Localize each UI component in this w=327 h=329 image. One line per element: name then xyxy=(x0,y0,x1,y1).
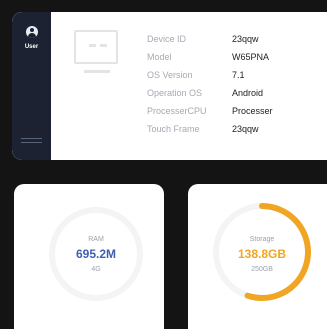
menu-icon-line xyxy=(21,138,42,139)
info-label: Touch Frame xyxy=(147,124,200,134)
storage-readout: Storage 138.8GB 250GB xyxy=(212,236,312,273)
storage-total: 250GB xyxy=(251,266,273,273)
menu-icon-line xyxy=(21,142,42,143)
sidebar: User xyxy=(12,12,51,160)
info-row-model: Model W65PNA xyxy=(147,48,273,66)
info-value: 23qqw xyxy=(232,124,259,134)
info-value: 23qqw xyxy=(232,34,259,44)
user-label: User xyxy=(24,44,39,50)
info-label: OS Version xyxy=(147,70,193,80)
device-info-table: Device ID 23qqw Model W65PNA OS Version … xyxy=(147,30,273,138)
info-label: ProcesserCPU xyxy=(147,106,207,116)
info-label: Device ID xyxy=(147,34,187,44)
monitor-icon xyxy=(70,28,124,84)
user-icon[interactable] xyxy=(26,26,38,38)
ram-total: 4G xyxy=(91,266,101,273)
ram-card: RAM 695.2M 4G xyxy=(14,184,164,329)
info-value: Processer xyxy=(232,106,273,116)
info-label: Operation OS xyxy=(147,88,203,98)
info-value: W65PNA xyxy=(232,52,270,62)
user-icon-body xyxy=(28,33,36,38)
info-value: 7.1 xyxy=(232,70,245,80)
storage-card: Storage 138.8GB 250GB xyxy=(188,184,327,329)
menu-icon[interactable] xyxy=(21,138,42,146)
info-row-processer-cpu: ProcesserCPU Processer xyxy=(147,102,273,120)
ram-label: RAM xyxy=(88,236,104,243)
info-value: Android xyxy=(232,88,264,98)
storage-label: Storage xyxy=(249,236,275,243)
storage-value: 138.8GB xyxy=(237,247,287,261)
ram-readout: RAM 695.2M 4G xyxy=(46,236,146,273)
monitor-icon-screen xyxy=(74,30,118,64)
device-info-panel: User Device ID 23qqw Model W65PNA OS Ver… xyxy=(12,12,327,160)
info-row-operation-os: Operation OS Android xyxy=(147,84,273,102)
info-label: Model xyxy=(147,52,172,62)
user-icon-head xyxy=(30,28,34,32)
monitor-icon-dash-left xyxy=(89,44,96,47)
info-row-os-version: OS Version 7.1 xyxy=(147,66,273,84)
monitor-icon-dash-right xyxy=(100,44,107,47)
monitor-icon-stand xyxy=(84,70,110,73)
info-row-device-id: Device ID 23qqw xyxy=(147,30,273,48)
info-row-touch-frame: Touch Frame 23qqw xyxy=(147,120,273,138)
ram-value: 695.2M xyxy=(75,247,117,261)
